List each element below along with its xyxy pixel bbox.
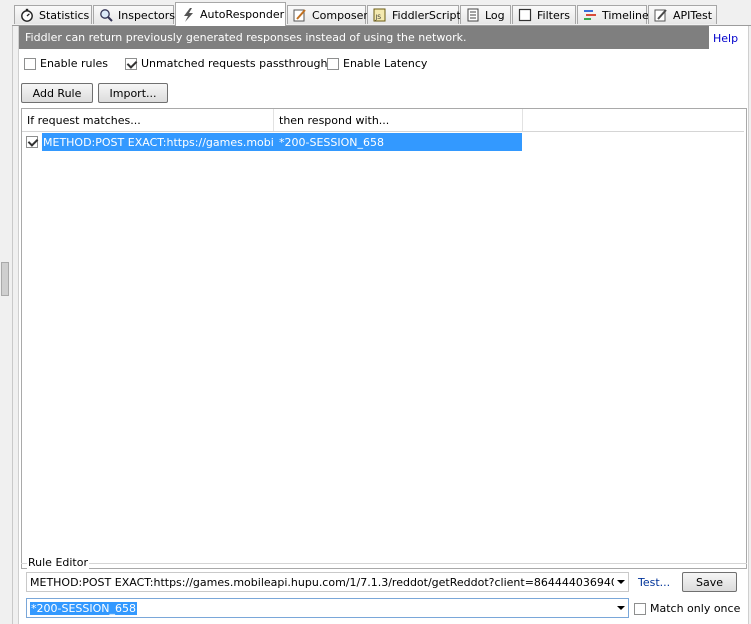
- tab-label: Inspectors: [118, 8, 176, 22]
- tab-label: Filters: [537, 8, 570, 22]
- enable-latency-label: Enable Latency: [343, 57, 428, 70]
- column-header-respond[interactable]: then respond with...: [274, 109, 523, 131]
- import-button[interactable]: Import...: [98, 83, 168, 103]
- table-header: If request matches... then respond with.…: [22, 109, 744, 132]
- chevron-down-icon[interactable]: [614, 573, 628, 591]
- response-combobox[interactable]: *200-SESSION_658: [26, 598, 629, 618]
- tab-label: Log: [485, 8, 505, 22]
- stopwatch-icon: [20, 8, 34, 22]
- banner-text: Fiddler can return previously generated …: [25, 31, 467, 44]
- tab-label: AutoResponder: [200, 8, 285, 21]
- unmatched-passthrough-checkbox[interactable]: [125, 57, 137, 70]
- response-value[interactable]: *200-SESSION_658: [30, 601, 137, 615]
- tab-label: FiddlerScript: [392, 8, 461, 22]
- script-js-icon: JS: [373, 8, 387, 22]
- tab-bar: Statistics Inspectors AutoResponder Comp…: [12, 0, 751, 26]
- tab-apitest[interactable]: APITest: [648, 5, 717, 24]
- unmatched-passthrough-option[interactable]: Unmatched requests passthrough: [125, 57, 328, 70]
- pencil-paper-icon: [293, 8, 307, 22]
- lightning-icon: [181, 7, 195, 22]
- rules-table[interactable]: If request matches... then respond with.…: [21, 108, 747, 569]
- pencil-note-icon: [654, 8, 668, 22]
- tab-label: Timeline: [602, 8, 649, 22]
- document-icon: [466, 8, 480, 22]
- enable-rules-label: Enable rules: [40, 57, 109, 70]
- tab-autoresponder[interactable]: AutoResponder: [175, 2, 286, 26]
- tab-label: Composer: [312, 8, 368, 22]
- rule-respond-cell[interactable]: *200-SESSION_658: [274, 133, 522, 151]
- rule-enabled-checkbox[interactable]: [26, 136, 38, 148]
- tab-filters[interactable]: Filters: [512, 5, 576, 24]
- tab-timeline[interactable]: Timeline: [577, 5, 649, 24]
- checkbox-icon: [518, 8, 532, 22]
- info-banner: Fiddler can return previously generated …: [19, 26, 709, 49]
- enable-latency-checkbox[interactable]: [327, 57, 339, 70]
- autoresponder-panel: Fiddler can return previously generated …: [18, 26, 749, 624]
- rule-enabled-cell[interactable]: [22, 133, 42, 151]
- match-only-once-option[interactable]: Match only once: [634, 602, 740, 615]
- enable-latency-option[interactable]: Enable Latency: [327, 57, 427, 70]
- add-rule-button[interactable]: Add Rule: [21, 83, 93, 103]
- match-rule-combobox[interactable]: METHOD:POST EXACT:https://games.mobileap…: [26, 572, 629, 592]
- chevron-down-icon[interactable]: [614, 599, 628, 617]
- tab-log[interactable]: Log: [460, 5, 511, 24]
- table-row[interactable]: METHOD:POST EXACT:https://games.mobile..…: [22, 133, 522, 151]
- enable-rules-checkbox[interactable]: [24, 57, 36, 70]
- match-rule-value[interactable]: METHOD:POST EXACT:https://games.mobileap…: [27, 576, 614, 589]
- rule-match-cell[interactable]: METHOD:POST EXACT:https://games.mobile..…: [42, 133, 274, 151]
- enable-rules-option[interactable]: Enable rules: [24, 57, 108, 70]
- magnifier-icon: [99, 8, 113, 22]
- left-splitter[interactable]: [0, 0, 13, 624]
- timeline-bars-icon: [583, 8, 597, 22]
- rule-editor-label: Rule Editor: [27, 556, 89, 569]
- match-only-once-label: Match only once: [650, 602, 741, 615]
- column-header-match[interactable]: If request matches...: [22, 109, 274, 131]
- test-link[interactable]: Test...: [638, 576, 670, 589]
- match-only-once-checkbox[interactable]: [634, 602, 646, 615]
- splitter-grip[interactable]: [1, 262, 9, 296]
- tab-label: APITest: [673, 8, 713, 22]
- unmatched-passthrough-label: Unmatched requests passthrough: [141, 57, 328, 70]
- tab-statistics[interactable]: Statistics: [14, 5, 92, 24]
- tab-composer[interactable]: Composer: [287, 5, 368, 24]
- tab-inspectors[interactable]: Inspectors: [93, 5, 176, 24]
- tab-label: Statistics: [39, 8, 90, 22]
- svg-text:JS: JS: [375, 14, 382, 21]
- response-field-wrapper: *200-SESSION_658: [27, 601, 614, 615]
- tab-fiddlerscript[interactable]: JS FiddlerScript: [367, 5, 461, 24]
- help-link[interactable]: Help: [713, 32, 738, 45]
- save-button[interactable]: Save: [682, 572, 737, 592]
